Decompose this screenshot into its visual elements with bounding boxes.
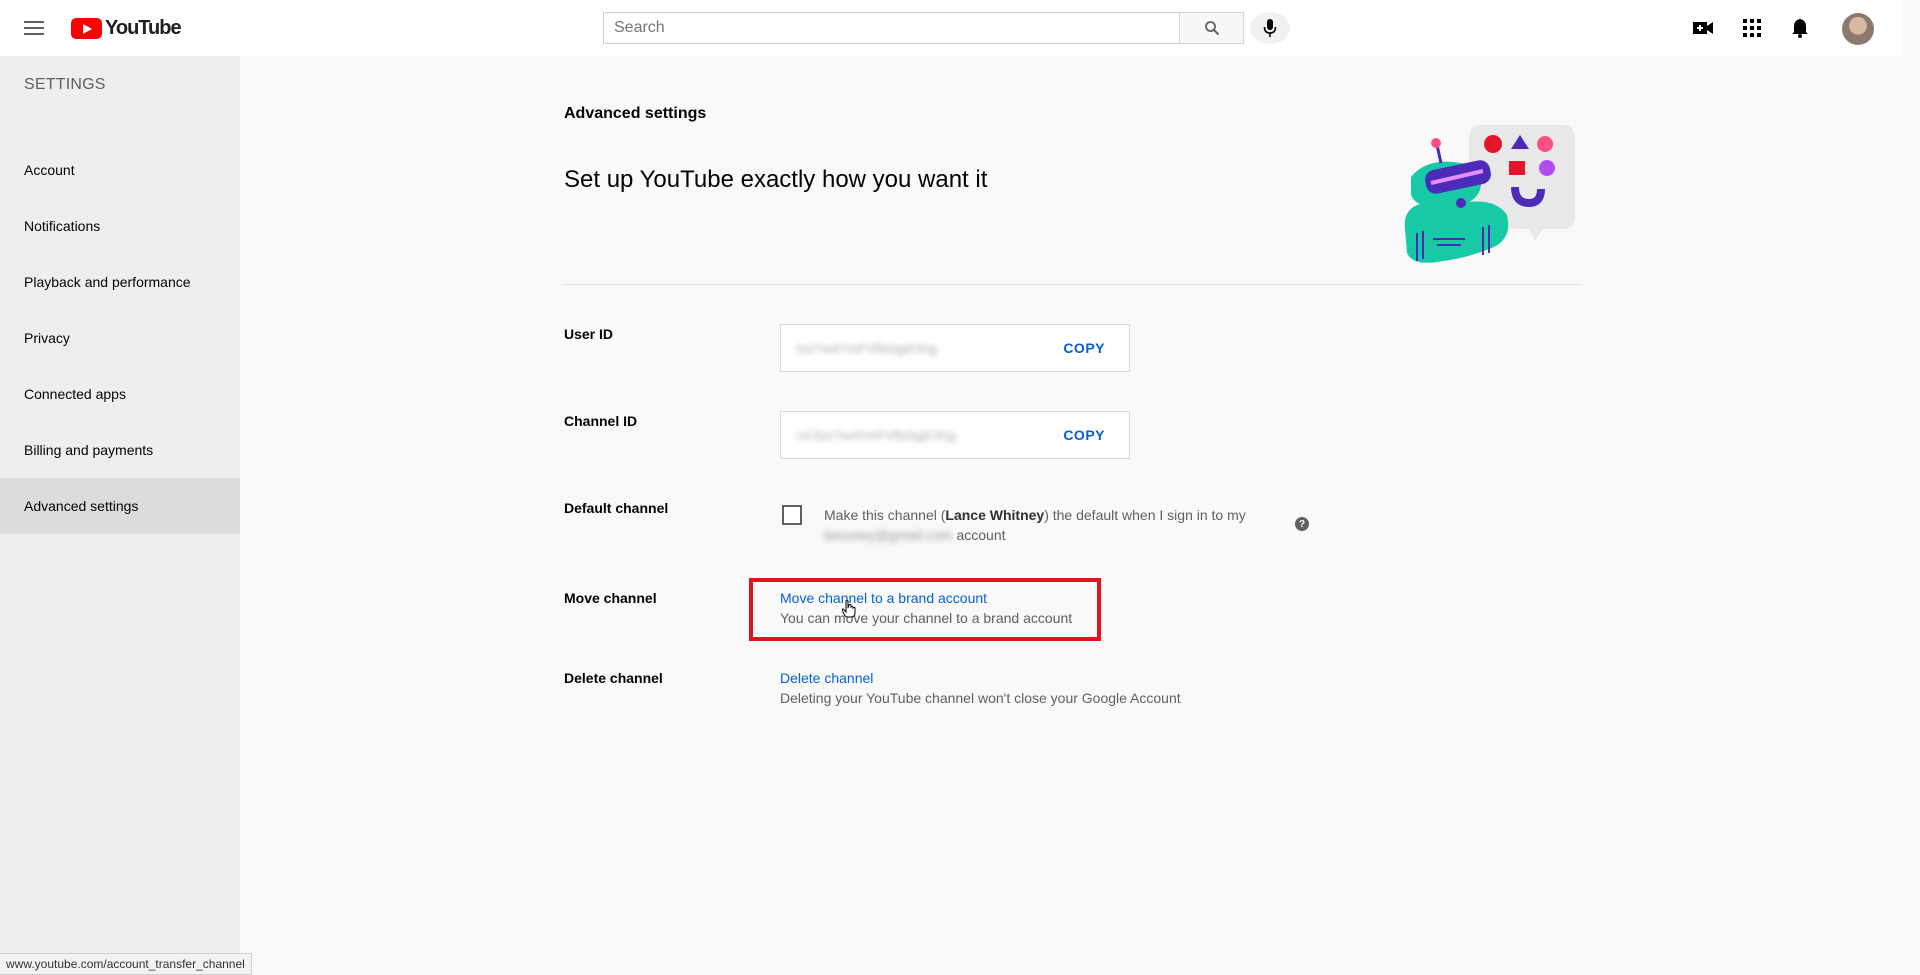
channel-name: Lance Whitney <box>945 507 1045 523</box>
section-divider <box>564 284 1580 285</box>
sidebar-item-playback[interactable]: Playback and performance <box>0 254 240 310</box>
default-text-part: ) the default when I sign in to my <box>1044 507 1246 523</box>
youtube-play-icon <box>71 18 102 39</box>
bell-icon <box>1792 19 1808 38</box>
channel-id-label: Channel ID <box>564 413 638 429</box>
copy-channel-id-button[interactable]: COPY <box>1063 427 1105 443</box>
logo-text: YouTube <box>105 17 182 39</box>
video-camera-plus-icon <box>1693 22 1713 34</box>
settings-sidebar: SETTINGS Account Notifications Playback … <box>0 56 240 975</box>
apps-grid-icon <box>1743 19 1761 37</box>
masthead: YouTube <box>0 0 1903 56</box>
sidebar-item-privacy[interactable]: Privacy <box>0 310 240 366</box>
search-bar <box>603 12 1244 44</box>
search-icon <box>1204 21 1219 36</box>
delete-channel-description: Deleting your YouTube channel won't clos… <box>780 690 1181 706</box>
create-video-button[interactable] <box>1691 16 1715 40</box>
search-input[interactable] <box>603 12 1179 44</box>
notifications-button[interactable] <box>1788 16 1812 40</box>
menu-icon[interactable] <box>22 16 48 40</box>
sidebar-item-account[interactable]: Account <box>0 142 240 198</box>
account-email: lancewy@gmail.com <box>824 527 953 543</box>
sidebar-heading: SETTINGS <box>24 76 106 93</box>
move-channel-label: Move channel <box>564 590 657 606</box>
default-channel-checkbox[interactable] <box>782 505 802 525</box>
sidebar-item-advanced-settings[interactable]: Advanced settings <box>0 478 240 534</box>
highlight-box <box>749 578 1101 641</box>
settings-illustration <box>1404 125 1575 263</box>
delete-channel-label: Delete channel <box>564 670 663 686</box>
delete-channel-link[interactable]: Delete channel <box>780 670 873 686</box>
copy-user-id-button[interactable]: COPY <box>1063 340 1105 356</box>
default-channel-description: Make this channel (Lance Whitney) the de… <box>824 505 1274 545</box>
channel-id-box: UCbzr7w4YmFVfbrbgtCKtg COPY <box>780 411 1130 459</box>
avatar[interactable] <box>1842 13 1874 45</box>
microphone-icon <box>1263 19 1277 37</box>
page-heading: Set up YouTube exactly how you want it <box>564 166 988 193</box>
sidebar-item-billing[interactable]: Billing and payments <box>0 422 240 478</box>
sidebar-item-connected-apps[interactable]: Connected apps <box>0 366 240 422</box>
status-bar-url: www.youtube.com/account_transfer_channel <box>0 953 252 975</box>
user-id-box: bzr7w4YmFVfbrbgtCKtg COPY <box>780 324 1130 372</box>
voice-search-button[interactable] <box>1250 12 1290 44</box>
default-channel-label: Default channel <box>564 500 669 516</box>
user-id-value: bzr7w4YmFVfbrbgtCKtg <box>797 340 938 356</box>
default-text-end: account <box>956 527 1006 543</box>
help-icon[interactable]: ? <box>1295 517 1309 531</box>
sidebar-item-notifications[interactable]: Notifications <box>0 198 240 254</box>
channel-id-value: UCbzr7w4YmFVfbrbgtCKtg <box>797 427 956 443</box>
user-id-label: User ID <box>564 326 614 342</box>
apps-button[interactable] <box>1740 16 1764 40</box>
default-text-part: Make this channel ( <box>824 507 946 523</box>
search-button[interactable] <box>1179 12 1244 44</box>
page-title: Advanced settings <box>564 105 707 122</box>
youtube-logo[interactable]: YouTube <box>71 17 182 40</box>
hand-cursor-icon <box>842 600 856 618</box>
